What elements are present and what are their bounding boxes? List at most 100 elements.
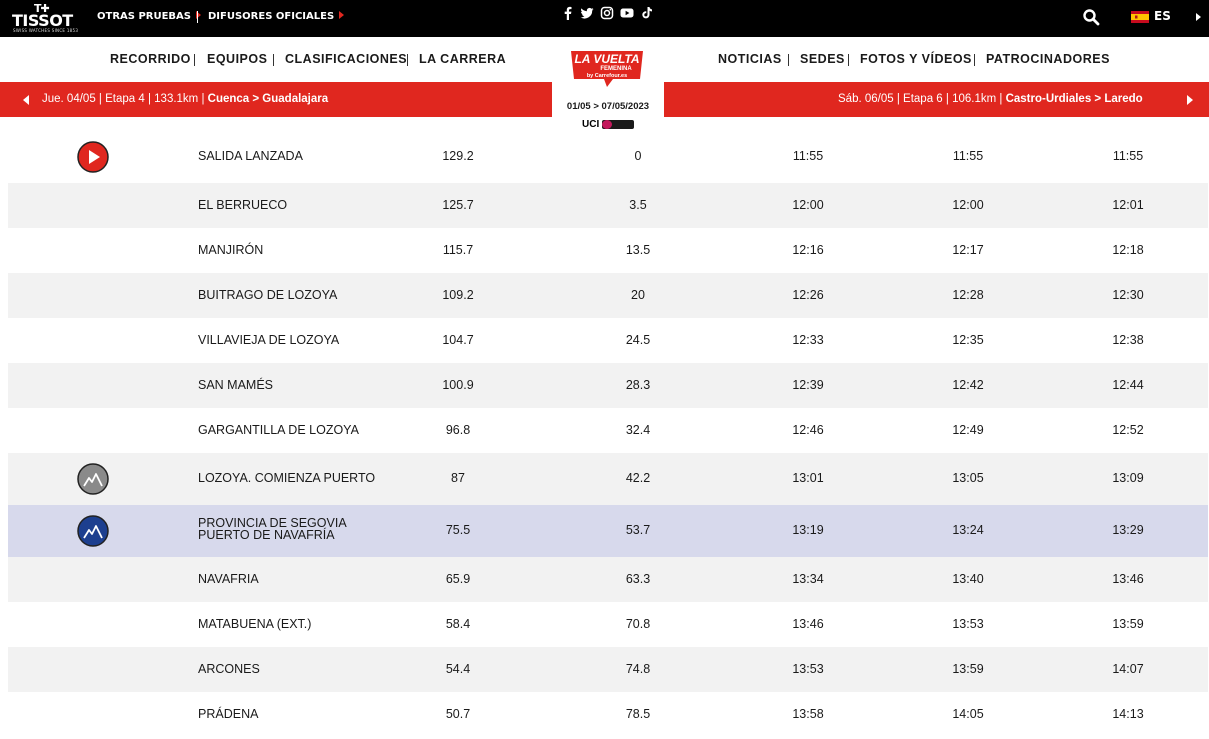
- table-row: BUITRAGO DE LOZOYA 109.2 20 12:26 12:28 12:30: [8, 273, 1208, 318]
- row-km-remaining: 54.4: [445, 662, 471, 676]
- facebook-icon[interactable]: [561, 6, 575, 20]
- nav-sedes[interactable]: SEDES: [800, 52, 845, 66]
- logo-sponsor: by Carrefour.es: [587, 73, 627, 79]
- row-km-remaining: 115.7: [442, 243, 474, 257]
- caret-right-icon: [339, 11, 345, 19]
- row-time-slow: 13:46: [1112, 572, 1144, 586]
- row-km-covered: 53.7: [625, 523, 651, 537]
- row-km-remaining: 104.7: [442, 333, 474, 347]
- mountain-first-category-icon: [77, 515, 109, 547]
- row-time-slow: 12:44: [1112, 378, 1144, 392]
- row-location-name: MATABUENA (EXT.): [198, 617, 312, 631]
- row-time-fast: 12:33: [792, 333, 824, 347]
- nav-patrocinadores[interactable]: PATROCINADORES: [986, 52, 1110, 66]
- otras-pruebas-link[interactable]: OTRAS PRUEBAS: [97, 11, 201, 22]
- row-time-medium: 12:35: [952, 333, 984, 347]
- table-row: PROVINCIA DE SEGOVIA PUERTO DE NAVAFRÍA 75…: [8, 505, 1208, 557]
- row-time-slow: 12:52: [1112, 423, 1144, 437]
- row-km-remaining: 50.7: [445, 707, 471, 721]
- table-row: VILLAVIEJA DE LOZOYA 104.7 24.5 12:33 12:35 1…: [8, 318, 1208, 363]
- row-time-medium: 13:24: [952, 523, 984, 537]
- table-row: SALIDA LANZADA 129.2 0 11:55 11:55 11:55: [8, 131, 1208, 183]
- next-stage-link[interactable]: Sáb. 06/05 | Etapa 6 | 106.1km | Castro-…: [838, 93, 1143, 105]
- language-caret-icon[interactable]: [1196, 13, 1201, 21]
- previous-stage-link[interactable]: Jue. 04/05 | Etapa 4 | 133.1km | Cuenca …: [42, 93, 328, 105]
- row-km-covered: 28.3: [625, 378, 651, 392]
- prev-stage-route: Cuenca > Guadalajara: [207, 93, 329, 105]
- top-bar: T✚ TISSOT SWISS WATCHES SINCE 1853 OTRAS…: [0, 0, 1209, 37]
- row-location-name: SALIDA LANZADA: [198, 149, 303, 163]
- row-time-fast: 12:00: [792, 198, 824, 212]
- row-km-remaining: 100.9: [442, 378, 474, 392]
- instagram-icon[interactable]: [600, 6, 614, 20]
- table-row: MANJIRÓN 115.7 13.5 12:16 12:17 12:18: [8, 228, 1208, 273]
- nav-divider: [848, 54, 849, 66]
- row-km-covered: 74.8: [625, 662, 651, 676]
- nav-clasificaciones[interactable]: CLASIFICACIONES: [285, 52, 407, 66]
- next-stage-arrow-icon[interactable]: [1187, 95, 1193, 105]
- row-time-medium: 13:05: [952, 471, 984, 485]
- uci-logo-text: UCI: [582, 119, 600, 130]
- row-km-covered: 63.3: [625, 572, 651, 586]
- la-vuelta-femenina-logo: LA VUELTA FEMENINA by Carrefour.es: [571, 51, 643, 87]
- tissot-logo[interactable]: T✚ TISSOT SWISS WATCHES SINCE 1853: [12, 2, 80, 34]
- row-time-slow: 12:01: [1112, 198, 1144, 212]
- next-stage-km: 106.1km: [952, 93, 997, 105]
- row-location-name: MANJIRÓN: [198, 243, 264, 257]
- row-location-name: EL BERRUECO: [198, 198, 288, 212]
- youtube-icon[interactable]: [620, 6, 634, 20]
- next-stage-date: Sáb. 06/05: [838, 93, 894, 105]
- row-km-remaining: 129.2: [442, 149, 474, 163]
- row-time-slow: 14:13: [1112, 707, 1144, 721]
- row-time-medium: 12:00: [952, 198, 984, 212]
- language-selector[interactable]: ES: [1154, 9, 1171, 23]
- twitter-icon[interactable]: [580, 6, 594, 20]
- nav-divider: [194, 54, 195, 66]
- row-time-slow: 12:38: [1112, 333, 1144, 347]
- difusores-oficiales-label: DIFUSORES OFICIALES: [208, 11, 335, 22]
- otras-pruebas-label: OTRAS PRUEBAS: [97, 11, 191, 22]
- nav-noticias[interactable]: NOTICIAS: [718, 52, 782, 66]
- row-time-medium: 12:42: [952, 378, 984, 392]
- row-location-name: GARGANTILLA DE LOZOYA: [198, 423, 359, 437]
- row-time-fast: 13:58: [792, 707, 824, 721]
- row-time-medium: 14:05: [952, 707, 984, 721]
- nav-recorrido[interactable]: RECORRIDO: [110, 52, 191, 66]
- table-row: MATABUENA (EXT.) 58.4 70.8 13:46 13:53 13:59: [8, 602, 1208, 647]
- row-time-medium: 13:40: [952, 572, 984, 586]
- table-row: PRÁDENA 50.7 78.5 13:58 14:05 14:13: [8, 692, 1208, 737]
- table-row: EL BERRUECO 125.7 3.5 12:00 12:00 12:01: [8, 183, 1208, 228]
- row-km-remaining: 87: [451, 471, 465, 485]
- row-km-covered: 20: [631, 288, 645, 302]
- nav-equipos[interactable]: EQUIPOS: [207, 52, 267, 66]
- row-time-medium: 12:17: [952, 243, 984, 257]
- row-time-slow: 13:29: [1112, 523, 1144, 537]
- row-time-medium: 12:49: [952, 423, 984, 437]
- previous-stage-arrow-icon[interactable]: [23, 95, 29, 105]
- row-location-name: PROVINCIA DE SEGOVIA PUERTO DE NAVAFRÍA: [198, 517, 347, 542]
- row-location-name: LOZOYA. COMIENZA PUERTO: [198, 471, 376, 485]
- prev-stage-number: Etapa 4: [105, 93, 145, 105]
- nav-fotos-videos[interactable]: FOTOS Y VÍDEOS: [860, 52, 972, 66]
- event-dates: 01/05 > 07/05/2023: [566, 101, 650, 112]
- row-km-covered: 70.8: [625, 617, 651, 631]
- search-icon[interactable]: [1082, 8, 1100, 26]
- nav-divider: [273, 54, 274, 66]
- row-time-slow: 12:30: [1112, 288, 1144, 302]
- difusores-oficiales-link[interactable]: DIFUSORES OFICIALES: [208, 11, 345, 22]
- row-km-covered: 24.5: [625, 333, 651, 347]
- row-time-slow: 11:55: [1112, 149, 1144, 163]
- nav-la-carrera[interactable]: LA CARRERA: [419, 52, 506, 66]
- row-time-slow: 12:18: [1112, 243, 1144, 257]
- row-time-fast: 13:34: [792, 572, 824, 586]
- row-location-name: PRÁDENA: [198, 707, 259, 721]
- row-time-slow: 14:07: [1112, 662, 1144, 676]
- table-row: NAVAFRIA 65.9 63.3 13:34 13:40 13:46: [8, 557, 1208, 602]
- next-stage-route: Castro-Urdiales > Laredo: [1005, 93, 1143, 105]
- spain-flag-icon: [1131, 11, 1149, 23]
- nav-divider: [407, 54, 408, 66]
- event-brand-box[interactable]: LA VUELTA FEMENINA by Carrefour.es 01/05…: [552, 37, 664, 131]
- row-km-covered: 42.2: [625, 471, 651, 485]
- tiktok-icon[interactable]: [640, 6, 654, 20]
- row-time-medium: 13:53: [952, 617, 984, 631]
